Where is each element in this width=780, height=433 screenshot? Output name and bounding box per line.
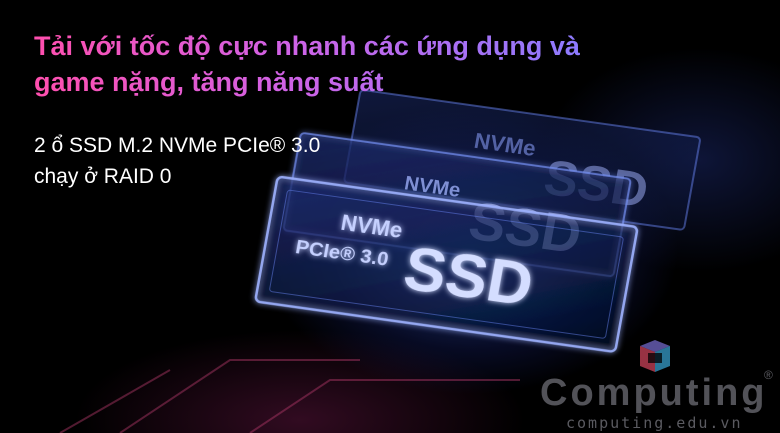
headline-line-1: Tải với tốc độ cực nhanh các ứng dụng và — [34, 31, 580, 61]
spec-text: 2 ổ SSD M.2 NVMe PCIe® 3.0 chạy ở RAID 0 — [34, 130, 414, 192]
spec-line-2: chạy ở RAID 0 — [34, 165, 172, 188]
watermark-registered: ® — [764, 368, 773, 382]
banner: NVMe SSD NVMe SSD NVMe PCIe® 3.0 SSD Tải… — [0, 0, 780, 433]
watermark-logo: Computing ® computing.edu.vn — [540, 338, 780, 433]
circuit-lines — [59, 359, 520, 433]
computing-logo-icon — [640, 340, 670, 372]
watermark-url: computing.edu.vn — [566, 414, 743, 432]
spec-line-1: 2 ổ SSD M.2 NVMe PCIe® 3.0 — [34, 134, 321, 157]
headline-line-2: game nặng, tăng năng suất — [34, 67, 384, 97]
watermark-word: Computing — [540, 372, 768, 414]
headline: Tải với tốc độ cực nhanh các ứng dụng và… — [34, 28, 594, 100]
